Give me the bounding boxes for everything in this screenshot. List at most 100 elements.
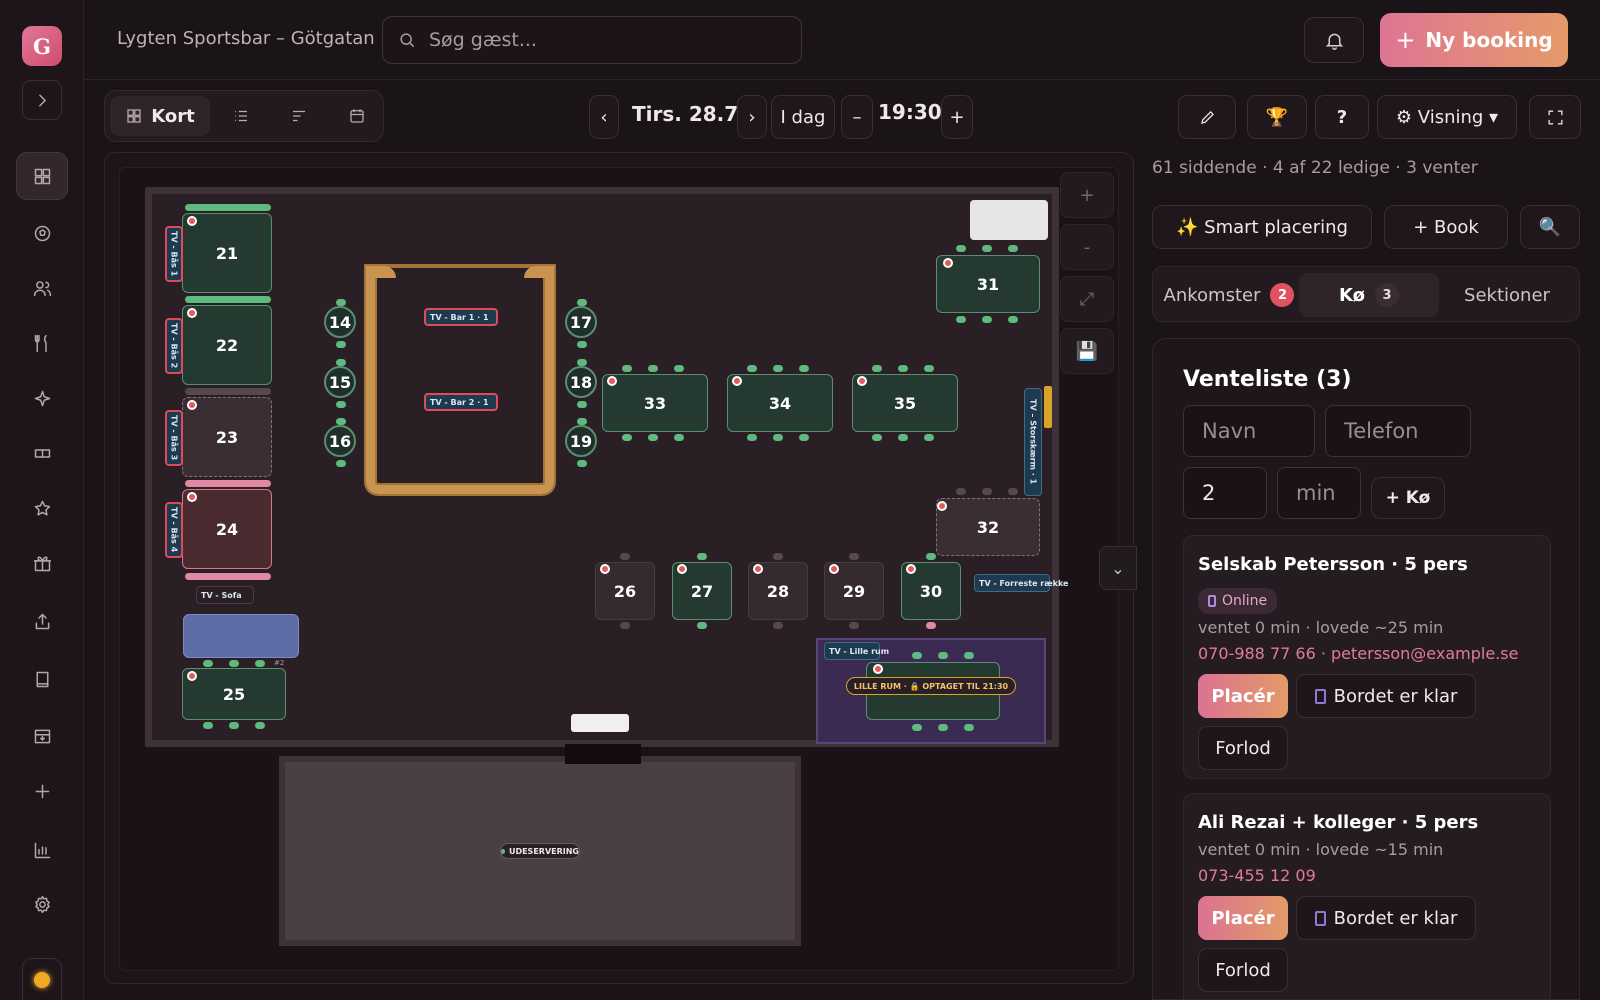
edit-button[interactable] [1178, 95, 1236, 139]
table-24[interactable]: 24 [182, 489, 272, 569]
time-plus-button[interactable]: + [941, 95, 973, 139]
tv-bas-1[interactable]: TV - Bås 1 [165, 226, 183, 282]
party-size-input[interactable] [1183, 467, 1267, 519]
left-button[interactable]: Forlod [1198, 948, 1288, 992]
collapse-panel-button[interactable]: ⌄ [1099, 546, 1137, 590]
place-button[interactable]: Placér [1198, 674, 1288, 718]
place-button[interactable]: Placér [1198, 896, 1288, 940]
fit-view-button[interactable]: ⤢ [1060, 276, 1114, 322]
nav-favorites[interactable] [16, 484, 68, 532]
table-18[interactable]: 18 [565, 366, 597, 398]
tv-bas-4[interactable]: TV - Bås 4 [165, 502, 183, 558]
entry-contact[interactable]: 070-988 77 66 · petersson@example.se [1198, 644, 1518, 663]
zoom-out-button[interactable]: - [1060, 224, 1114, 270]
chair [255, 722, 265, 729]
time-minus-button[interactable]: – [841, 95, 873, 139]
chair [773, 434, 783, 441]
save-layout-button[interactable]: 💾 [1060, 328, 1114, 374]
chevron-down-icon: ⌄ [1111, 558, 1125, 578]
visning-dropdown[interactable]: ⚙ Visning ▾ [1377, 95, 1517, 139]
lille-rum-status: LILLE RUM · 🔒 OPTAGET TIL 21:30 [846, 677, 1016, 695]
status-dot [187, 671, 197, 681]
theme-toggle[interactable] [22, 958, 62, 1000]
table-14[interactable]: 14 [324, 306, 356, 338]
nav-export[interactable] [16, 597, 68, 645]
add-to-queue-button[interactable]: + Kø [1371, 477, 1445, 519]
table-33[interactable]: 33 [602, 374, 708, 432]
entry-contact[interactable]: 073-455 12 09 [1198, 866, 1316, 885]
nav-sports[interactable] [16, 209, 68, 257]
search-input[interactable] [429, 29, 779, 51]
guest-search[interactable] [382, 16, 802, 64]
tv-bar-1[interactable]: TV - Bar 1 · 1 [424, 308, 498, 326]
table-35[interactable]: 35 [852, 374, 958, 432]
sun-icon [34, 971, 50, 988]
panel-search-button[interactable]: 🔍 [1520, 205, 1580, 249]
table-17[interactable]: 17 [565, 306, 597, 338]
nav-settings[interactable] [16, 880, 68, 928]
chair [956, 316, 966, 323]
tab-queue[interactable]: Kø 3 [1299, 273, 1439, 317]
phone-input[interactable] [1325, 405, 1471, 457]
table-15[interactable]: 15 [324, 366, 356, 398]
bar-end-right [524, 266, 554, 278]
chair [872, 365, 882, 372]
tv-bas-2[interactable]: TV - Bås 2 [165, 318, 183, 374]
trophy-button[interactable]: 🏆 [1247, 95, 1307, 139]
fullscreen-button[interactable] [1529, 95, 1581, 139]
view-list-tab[interactable] [217, 96, 265, 136]
smart-placement-button[interactable]: ✨ Smart placering [1152, 205, 1372, 249]
app-logo[interactable]: G [22, 26, 62, 66]
prev-day-button[interactable]: ‹ [589, 95, 619, 139]
chair [898, 365, 908, 372]
tv-storskaerm[interactable]: TV – Storskærm · 1 [1024, 388, 1042, 496]
tv-lille-rum[interactable]: TV - Lille rum [824, 642, 889, 660]
help-button[interactable]: ? [1315, 95, 1369, 139]
minutes-input[interactable] [1277, 467, 1361, 519]
table-21[interactable]: 21 [182, 213, 272, 293]
nav-floorplan[interactable] [16, 152, 68, 200]
nav-stats[interactable] [16, 826, 68, 874]
chair [747, 434, 757, 441]
nav-add[interactable] [16, 767, 68, 815]
table-ready-button[interactable]: Bordet er klar [1296, 896, 1476, 940]
new-booking-button[interactable]: + Ny booking [1380, 13, 1568, 67]
left-button[interactable]: Forlod [1198, 726, 1288, 770]
nav-archive[interactable] [16, 712, 68, 760]
nav-menu[interactable] [16, 319, 68, 367]
tv-forreste[interactable]: TV - Forreste række [974, 574, 1068, 592]
view-timeline-tab[interactable] [275, 96, 323, 136]
view-calendar-tab[interactable] [333, 96, 381, 136]
expand-sidebar-button[interactable] [22, 80, 62, 120]
table-32[interactable]: 32 [936, 498, 1040, 556]
notifications-button[interactable] [1304, 17, 1364, 63]
tv-bas-3[interactable]: TV - Bås 3 [165, 410, 183, 466]
zoom-in-button[interactable]: + [1060, 172, 1114, 218]
next-day-button[interactable]: › [737, 95, 767, 139]
nav-book[interactable] [16, 655, 68, 703]
plus-icon: + [1395, 26, 1416, 54]
table-ready-button[interactable]: Bordet er klar [1296, 674, 1476, 718]
table-19[interactable]: 19 [565, 425, 597, 457]
table-34[interactable]: 34 [727, 374, 833, 432]
chair [697, 622, 707, 629]
nav-gifts[interactable] [16, 539, 68, 587]
book-button[interactable]: + Book [1384, 205, 1508, 249]
table-16[interactable]: 16 [324, 425, 356, 457]
view-map-tab[interactable]: Kort [110, 96, 210, 136]
tv-sofa[interactable]: TV - Sofa [196, 586, 254, 604]
tv-bar-2[interactable]: TV - Bar 2 · 1 [424, 393, 498, 411]
chair [924, 365, 934, 372]
name-input[interactable] [1183, 405, 1315, 457]
nav-sparkle[interactable] [16, 374, 68, 422]
tab-sections[interactable]: Sektioner [1439, 273, 1575, 317]
table-22[interactable]: 22 [182, 305, 272, 385]
nav-tickets[interactable] [16, 429, 68, 477]
table-25[interactable]: 25 [182, 668, 286, 720]
table-23[interactable]: 23 [182, 397, 272, 477]
tab-arrivals[interactable]: Ankomster 2 [1159, 273, 1299, 317]
nav-guests[interactable] [16, 264, 68, 312]
today-button[interactable]: I dag [771, 95, 835, 139]
search-icon [400, 33, 415, 48]
grid-icon [34, 168, 50, 184]
